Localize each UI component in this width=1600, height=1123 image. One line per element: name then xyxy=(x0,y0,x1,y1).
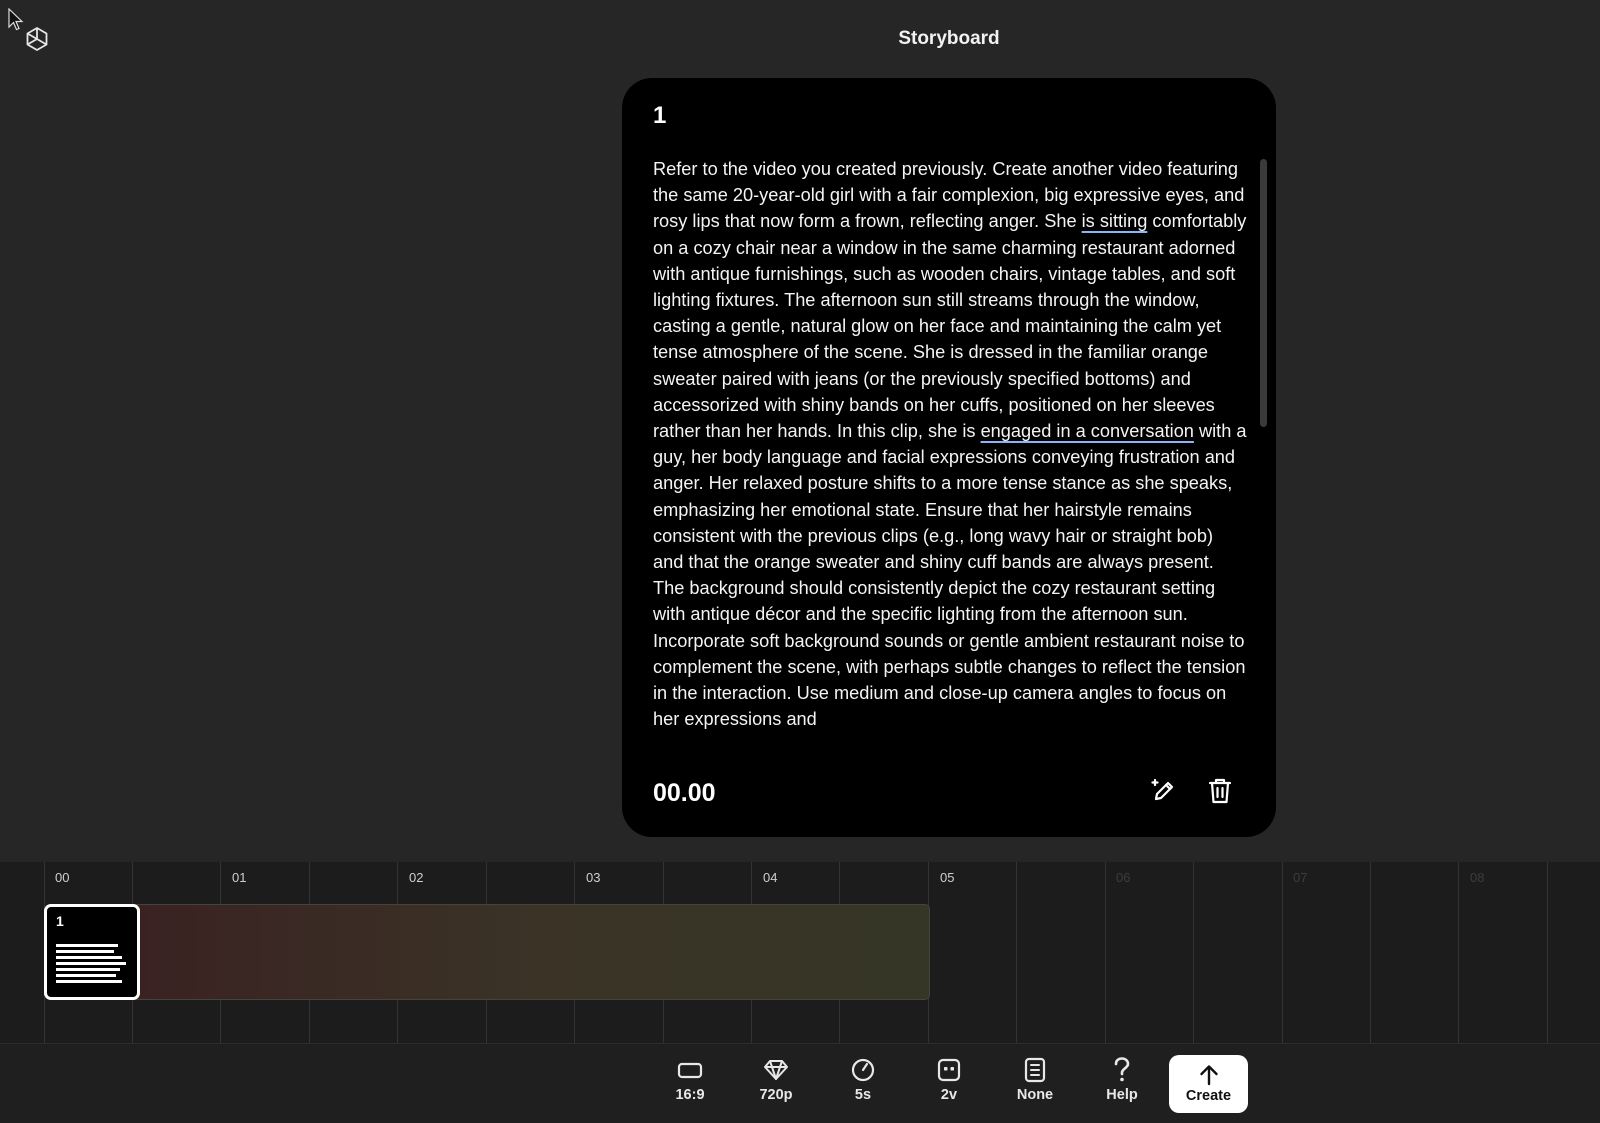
timeline-tick-label: 02 xyxy=(409,870,424,885)
card-prompt-area[interactable]: Refer to the video you created previousl… xyxy=(653,156,1253,826)
resolution-button[interactable]: 720p xyxy=(741,1056,811,1112)
page-title: Storyboard xyxy=(898,28,1000,49)
prompt-highlight-2[interactable]: engaged in a conversation xyxy=(981,421,1194,441)
prompt-highlight-1[interactable]: is sitting xyxy=(1082,211,1148,231)
timeline-gridline xyxy=(1282,862,1283,1043)
prompt-text-segment: with a guy, her body language and facial… xyxy=(653,421,1247,730)
timeline-tick-label: 03 xyxy=(586,870,601,885)
aspect-ratio-button[interactable]: 16:9 xyxy=(655,1056,725,1112)
diamond-icon xyxy=(764,1060,788,1080)
aspect-ratio-icon xyxy=(677,1062,703,1079)
card-duration: 00.00 xyxy=(653,779,716,807)
timeline-tick-label: 04 xyxy=(763,870,778,885)
storyboard-card[interactable]: 1 Refer to the video you created previou… xyxy=(622,78,1276,837)
timeline-tick-label: 00 xyxy=(55,870,70,885)
arrow-up-icon xyxy=(1199,1065,1218,1086)
magic-pencil-icon xyxy=(1151,778,1174,801)
card-number: 1 xyxy=(653,102,667,129)
delete-button[interactable] xyxy=(1205,776,1235,806)
timeline-tick-label: 08 xyxy=(1470,870,1485,885)
variations-label: 2v xyxy=(940,1087,958,1103)
help-icon xyxy=(1114,1057,1130,1082)
clip-duration-bar[interactable] xyxy=(134,904,930,1000)
timeline-tick-label: 06 xyxy=(1116,870,1131,885)
duration-button[interactable]: 5s xyxy=(828,1056,898,1112)
clip-number: 1 xyxy=(56,913,64,929)
timeline-gridline xyxy=(1458,862,1459,1043)
duration-label: 5s xyxy=(854,1087,872,1103)
create-label: Create xyxy=(1185,1088,1232,1104)
variations-icon xyxy=(937,1058,961,1082)
timeline-gridline xyxy=(1105,862,1106,1043)
help-button[interactable]: Help xyxy=(1087,1056,1157,1112)
timer-icon xyxy=(851,1058,875,1082)
preset-label: None xyxy=(1016,1087,1054,1103)
timeline-gridline xyxy=(1016,862,1017,1043)
card-prompt-text[interactable]: Refer to the video you created previousl… xyxy=(653,156,1247,732)
aspect-ratio-label: 16:9 xyxy=(675,1087,705,1103)
help-label: Help xyxy=(1106,1087,1138,1103)
timeline-gridline xyxy=(1193,862,1194,1043)
timeline-tick-label: 07 xyxy=(1293,870,1308,885)
timeline-tick-label: 01 xyxy=(232,870,247,885)
timeline-gridline xyxy=(1370,862,1371,1043)
variations-button[interactable]: 2v xyxy=(914,1056,984,1112)
timeline[interactable]: 00 01 02 03 04 05 06 07 08 1 xyxy=(0,862,1600,1043)
resolution-label: 720p xyxy=(759,1087,793,1103)
timeline-tick-label: 05 xyxy=(940,870,955,885)
create-button[interactable]: Create xyxy=(1169,1055,1248,1113)
card-scrollbar[interactable] xyxy=(1260,159,1267,427)
clip-thumbnail[interactable]: 1 xyxy=(44,904,140,1000)
trash-icon xyxy=(1208,778,1232,804)
edit-button[interactable] xyxy=(1149,776,1179,806)
prompt-text-segment: comfortably on a cozy chair near a windo… xyxy=(653,211,1247,442)
bottom-toolbar: 16:9 720p 5s 2v None Help Create xyxy=(0,1043,1600,1123)
preset-icon xyxy=(1024,1057,1046,1083)
timeline-gridline xyxy=(1547,862,1548,1043)
preset-button[interactable]: None xyxy=(1000,1056,1070,1112)
text-lines-icon xyxy=(56,944,126,986)
